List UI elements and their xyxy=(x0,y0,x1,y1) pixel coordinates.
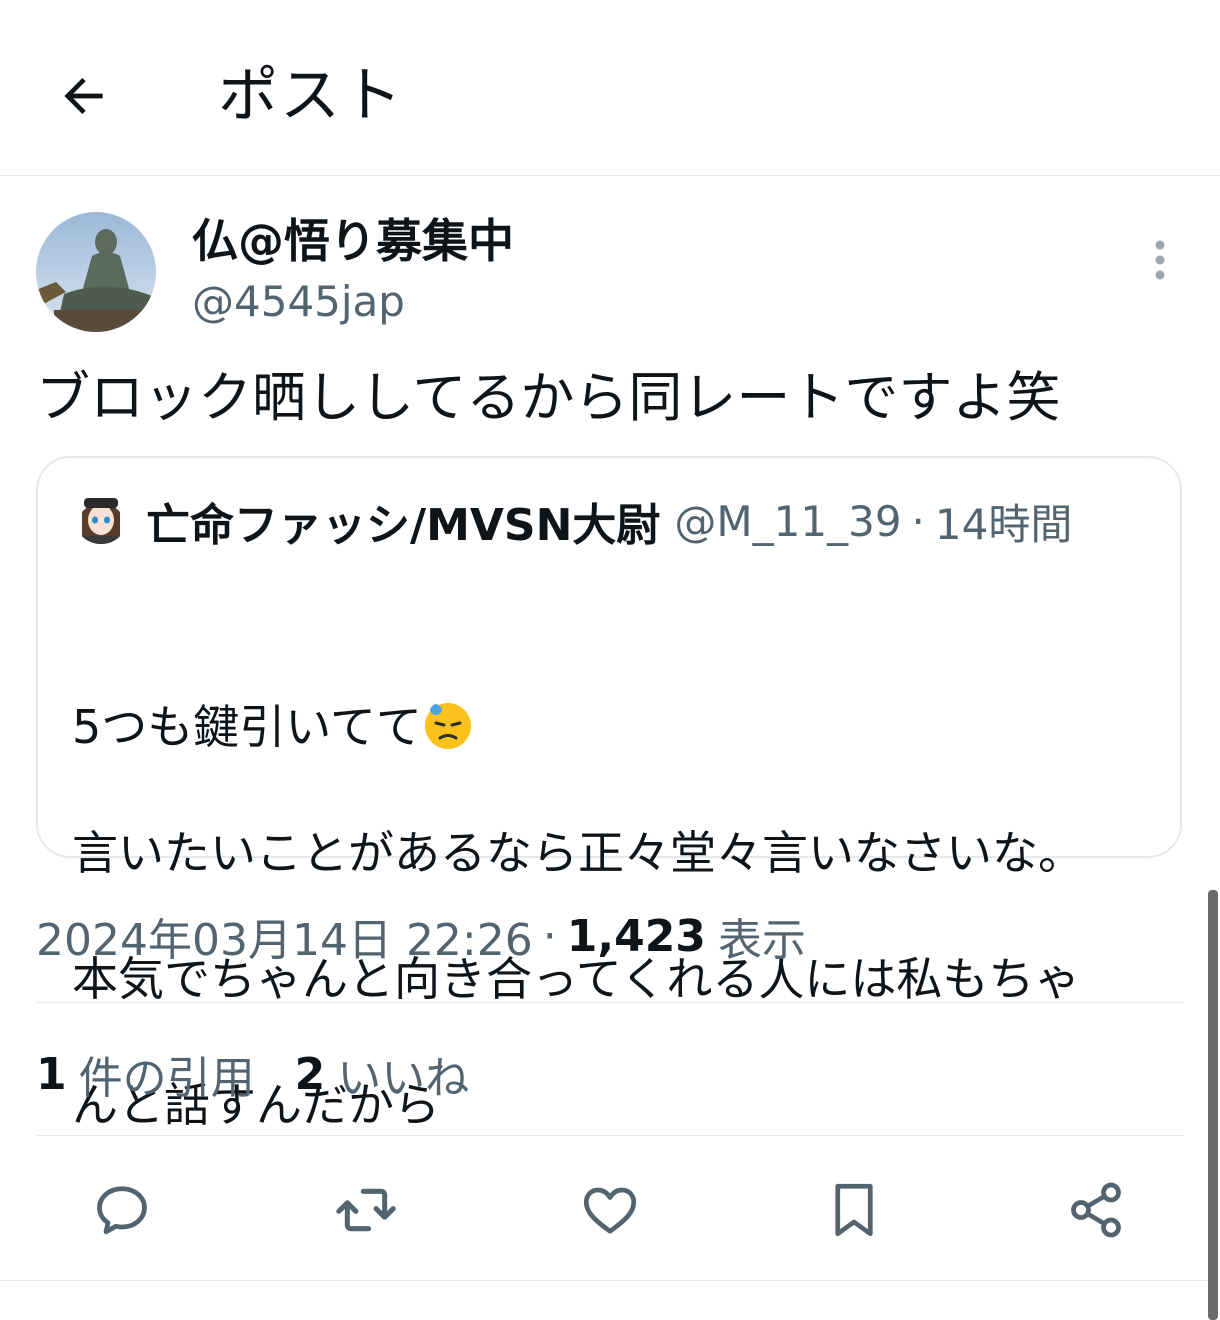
meta-divider xyxy=(36,1002,1184,1003)
tweet-meta: 2024年03月14日 22:26 · 1,423 表示 xyxy=(36,904,806,968)
action-divider xyxy=(0,1280,1210,1281)
author-name[interactable]: 仏@悟り募集中 xyxy=(192,210,514,272)
views-label: 表示 xyxy=(717,915,806,966)
meta-separator: · xyxy=(542,910,557,962)
quotes-count[interactable]: 1 xyxy=(36,1049,67,1100)
tweet-text: ブロック晒ししてるから同レートですよ笑 xyxy=(36,366,1061,429)
quotes-label[interactable]: 件の引用 xyxy=(79,1042,255,1106)
page-title: ポスト xyxy=(218,61,404,131)
quote-line-2: 言いたいことがあるなら正々堂々言いなさいな。 xyxy=(72,826,1084,880)
anime-character-avatar xyxy=(74,490,128,544)
header-divider xyxy=(0,175,1220,176)
buddha-statue-image xyxy=(36,212,156,332)
scrollbar[interactable] xyxy=(1208,890,1218,1320)
quote-time: 14時間 xyxy=(934,499,1073,549)
heart-icon xyxy=(583,1187,637,1234)
reply-button[interactable] xyxy=(86,1174,158,1246)
views-count: 1,423 xyxy=(566,910,706,962)
share-button[interactable] xyxy=(1060,1174,1132,1246)
stats-divider xyxy=(36,1135,1184,1136)
top-bar xyxy=(0,0,1220,176)
more-button[interactable] xyxy=(1138,236,1182,284)
bookmark-button[interactable] xyxy=(818,1174,890,1246)
quote-author-handle: @M_11_39 xyxy=(674,496,902,546)
share-icon xyxy=(1071,1182,1121,1238)
tweet-stats: 1 件の引用 2 いいね xyxy=(36,1042,469,1106)
author-handle[interactable]: @4545jap xyxy=(192,274,405,330)
quote-author-name: 亡命ファッシ/MVSN大尉 xyxy=(146,500,661,551)
quote-line-1: 5つも鍵引いてて xyxy=(72,700,422,754)
arrow-left-icon xyxy=(64,78,103,114)
reply-icon xyxy=(97,1186,147,1235)
downcast-face-with-sweat-emoji xyxy=(424,703,471,749)
quote-avatar xyxy=(74,490,128,544)
retweet-icon xyxy=(336,1188,396,1232)
bookmark-icon xyxy=(835,1183,873,1237)
quote-header: 亡命ファッシ/MVSN大尉 @M_11_39 · 14時間 xyxy=(146,490,1072,552)
tweet-timestamp[interactable]: 2024年03月14日 22:26 xyxy=(36,904,533,968)
author-avatar[interactable] xyxy=(36,212,156,332)
like-button[interactable] xyxy=(574,1174,646,1246)
quote-separator: · xyxy=(911,496,925,546)
retweet-button[interactable] xyxy=(330,1174,402,1246)
likes-label[interactable]: いいね xyxy=(337,1042,469,1106)
back-button[interactable] xyxy=(48,60,120,132)
more-vertical-icon xyxy=(1155,240,1165,280)
likes-count[interactable]: 2 xyxy=(295,1049,326,1100)
